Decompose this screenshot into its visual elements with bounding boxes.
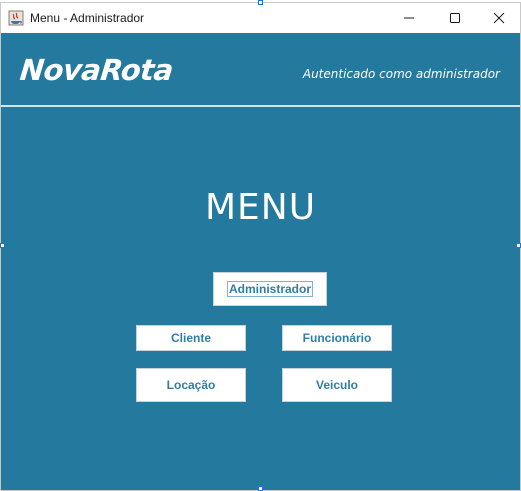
administrador-button-label: Administrador — [226, 281, 313, 297]
cliente-button-label: Cliente — [170, 331, 211, 345]
funcionario-button[interactable]: Funcionário — [282, 325, 392, 351]
veiculo-button-label: Veiculo — [315, 378, 359, 392]
maximize-button[interactable] — [432, 3, 478, 33]
funcionario-button-label: Funcionário — [302, 331, 372, 345]
close-icon — [493, 12, 505, 24]
header-divider — [1, 105, 520, 107]
title-bar[interactable]: Menu - Administrador — [1, 3, 520, 33]
minimize-button[interactable] — [386, 3, 432, 33]
auth-status-label: Autenticado como administrador — [302, 67, 500, 81]
resize-handle-right[interactable] — [516, 243, 521, 248]
locacao-button[interactable]: Locação — [136, 368, 246, 402]
close-button[interactable] — [476, 3, 521, 33]
menu-panel: NovaRota Autenticado como administrador … — [1, 33, 520, 490]
maximize-icon — [450, 13, 460, 23]
resize-handle-left[interactable] — [0, 243, 5, 248]
novarota-logo: NovaRota — [18, 53, 175, 87]
cliente-button[interactable]: Cliente — [136, 325, 246, 351]
minimize-icon — [404, 17, 414, 19]
locacao-button-label: Locação — [166, 378, 216, 392]
window-title: Menu - Administrador — [30, 11, 145, 25]
java-app-icon — [8, 10, 24, 26]
menu-title: MENU — [204, 187, 317, 228]
veiculo-button[interactable]: Veiculo — [282, 368, 392, 402]
administrador-button[interactable]: Administrador — [213, 272, 327, 306]
resize-handle-bottom[interactable] — [258, 486, 263, 491]
resize-handle-top[interactable] — [258, 0, 263, 5]
app-window: Menu - Administrador NovaRota Autenticad… — [0, 2, 521, 491]
